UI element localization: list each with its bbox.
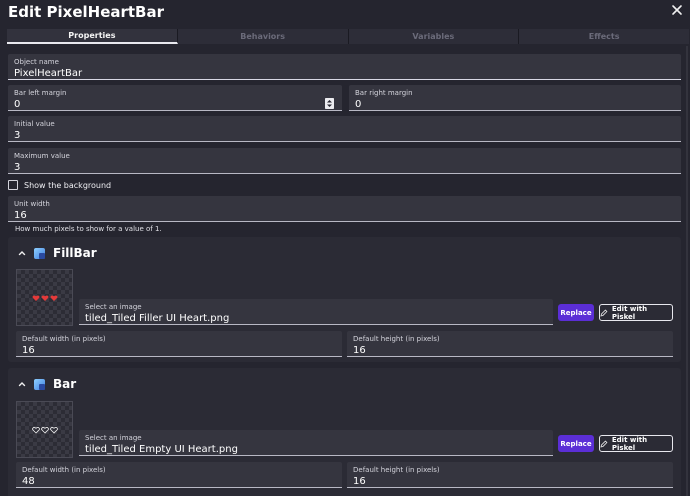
tab-bar: Properties Behaviors Variables Effects [7, 29, 689, 44]
bar-default-height-value[interactable]: 16 [353, 476, 366, 487]
bar-image-field[interactable]: Select an image tiled_Tiled Empty UI Hea… [79, 430, 553, 456]
number-stepper-icon[interactable] [325, 98, 334, 109]
bar-left-margin-value[interactable]: 0 [14, 99, 20, 110]
fillbar-title: FillBar [53, 246, 97, 260]
fillbar-default-height-value[interactable]: 16 [353, 345, 366, 356]
bar-default-height-field[interactable]: Default height (in pixels) 16 [347, 462, 673, 488]
chevron-up-icon[interactable] [18, 380, 26, 388]
bar-edit-piskel-label: Edit with Piskel [611, 435, 648, 452]
bar-image-thumbnail[interactable] [16, 401, 73, 458]
show-background-checkbox[interactable] [8, 180, 18, 190]
scrollbar[interactable] [685, 46, 689, 496]
fillbar-section: FillBar Select an image tiled_Tiled Fill… [8, 237, 681, 362]
object-name-field[interactable]: Object name PixelHeartBar [8, 54, 681, 80]
fillbar-default-width-label: Default width (in pixels) [22, 335, 106, 343]
fillbar-image-thumbnail[interactable] [16, 269, 73, 326]
properties-panel: Object name PixelHeartBar Bar left margi… [0, 46, 690, 496]
bar-default-height-label: Default height (in pixels) [353, 466, 440, 474]
tab-effects[interactable]: Effects [519, 29, 689, 44]
bar-image-value[interactable]: tiled_Tiled Empty UI Heart.png [85, 444, 238, 455]
tab-variables[interactable]: Variables [348, 29, 520, 44]
pencil-icon [600, 308, 608, 317]
sprite-object-icon [34, 247, 45, 259]
bar-default-width-value[interactable]: 48 [22, 476, 35, 487]
fillbar-image-field[interactable]: Select an image tiled_Tiled Filler UI He… [79, 299, 553, 325]
show-background-row[interactable]: Show the background [8, 178, 111, 192]
bar-title: Bar [53, 377, 77, 391]
bar-right-margin-field[interactable]: Bar right margin 0 [349, 85, 681, 111]
fillbar-default-width-field[interactable]: Default width (in pixels) 16 [16, 331, 342, 357]
outline-hearts-icon [31, 426, 58, 434]
fillbar-image-value[interactable]: tiled_Tiled Filler UI Heart.png [85, 313, 229, 324]
bar-left-margin-field[interactable]: Bar left margin 0 [8, 85, 342, 111]
fillbar-default-height-field[interactable]: Default height (in pixels) 16 [347, 331, 673, 357]
close-icon[interactable] [670, 3, 684, 17]
unit-width-value[interactable]: 16 [14, 210, 27, 221]
dialog-title: Edit PixelHeartBar [8, 3, 165, 21]
fillbar-edit-piskel-button[interactable]: Edit with Piskel [599, 304, 673, 321]
fillbar-default-height-label: Default height (in pixels) [353, 335, 440, 343]
bar-replace-button[interactable]: Replace [558, 435, 594, 452]
bar-header[interactable]: Bar [18, 376, 76, 392]
tab-properties[interactable]: Properties [7, 29, 178, 44]
bar-image-label: Select an image [85, 434, 142, 442]
bar-default-width-field[interactable]: Default width (in pixels) 48 [16, 462, 342, 488]
unit-width-field[interactable]: Unit width 16 [8, 196, 681, 222]
bar-section: Bar Select an image tiled_Tiled Empty UI… [8, 368, 681, 496]
bar-default-width-label: Default width (in pixels) [22, 466, 106, 474]
object-name-value[interactable]: PixelHeartBar [14, 68, 82, 79]
fillbar-header[interactable]: FillBar [18, 245, 97, 261]
filled-hearts-icon [32, 294, 57, 301]
maximum-value-value[interactable]: 3 [14, 162, 20, 173]
object-name-label: Object name [14, 58, 59, 66]
tab-behaviors[interactable]: Behaviors [177, 29, 349, 44]
sprite-object-icon [34, 378, 45, 390]
bar-edit-piskel-button[interactable]: Edit with Piskel [599, 435, 673, 452]
maximum-value-field[interactable]: Maximum value 3 [8, 148, 681, 174]
initial-value-label: Initial value [14, 120, 55, 128]
chevron-up-icon[interactable] [18, 249, 26, 257]
show-background-label: Show the background [24, 180, 112, 190]
fillbar-edit-piskel-label: Edit with Piskel [611, 304, 648, 321]
dialog-titlebar: Edit PixelHeartBar [0, 0, 690, 26]
fillbar-replace-button[interactable]: Replace [558, 304, 594, 321]
maximum-value-label: Maximum value [14, 152, 70, 160]
bar-right-margin-label: Bar right margin [355, 89, 413, 97]
bar-left-margin-label: Bar left margin [14, 89, 67, 97]
pencil-icon [600, 439, 608, 448]
initial-value-value[interactable]: 3 [14, 130, 20, 141]
unit-width-label: Unit width [14, 200, 50, 208]
unit-width-help: How much pixels to show for a value of 1… [15, 225, 162, 233]
fillbar-default-width-value[interactable]: 16 [22, 345, 35, 356]
initial-value-field[interactable]: Initial value 3 [8, 116, 681, 142]
fillbar-image-label: Select an image [85, 303, 142, 311]
bar-right-margin-value[interactable]: 0 [355, 99, 361, 110]
